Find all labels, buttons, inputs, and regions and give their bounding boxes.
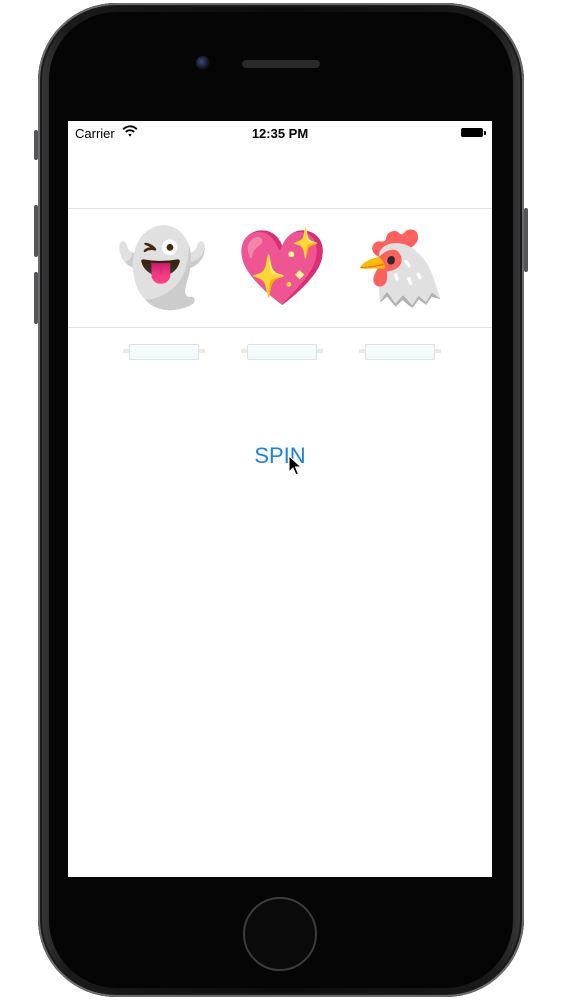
mouse-cursor-icon	[288, 455, 302, 476]
chicken-icon[interactable]: 🐔	[354, 223, 446, 313]
slot-picker[interactable]: 👻 💖 🐔	[68, 208, 492, 328]
reel-ghost-image	[123, 336, 205, 366]
front-camera	[196, 56, 210, 70]
home-button[interactable]	[243, 897, 317, 971]
reel-ghost-image	[359, 336, 441, 366]
ghost-icon[interactable]: 👻	[116, 223, 208, 313]
app-screen: Carrier 12:35 PM 👻 💖 🐔 SPIN	[68, 121, 492, 877]
clock: 12:35 PM	[251, 126, 309, 141]
sparkling-heart-icon[interactable]: 💖	[236, 223, 328, 313]
earpiece-speaker	[242, 60, 320, 68]
spin-button[interactable]: SPIN	[68, 443, 492, 469]
status-bar: Carrier 12:35 PM	[68, 121, 492, 143]
volume-down-button	[34, 272, 38, 324]
battery-icon	[461, 128, 486, 137]
power-button	[524, 208, 528, 272]
reel-ghost-image	[241, 336, 323, 366]
volume-up-button	[34, 205, 38, 257]
mute-switch	[34, 130, 38, 160]
